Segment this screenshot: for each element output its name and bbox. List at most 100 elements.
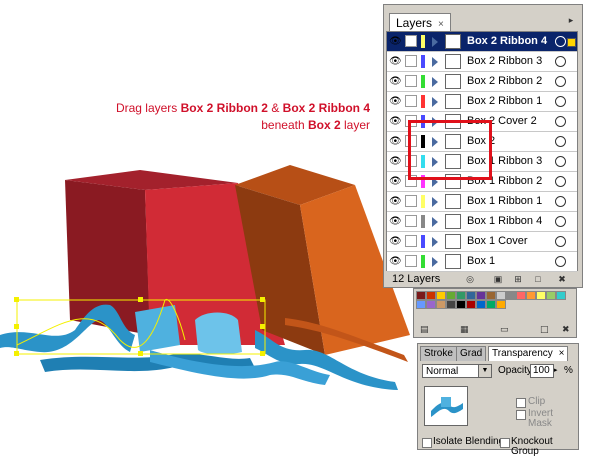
color-swatch[interactable] xyxy=(506,291,516,300)
handle-tm[interactable] xyxy=(138,297,143,302)
blend-mode-select[interactable]: Normal ▼ xyxy=(422,364,492,378)
panel-menu-icon[interactable]: ▸ xyxy=(564,13,578,27)
eye-icon[interactable]: 👁 xyxy=(389,96,402,108)
layer-row[interactable]: 👁 Box 2 Ribbon 2 xyxy=(387,72,577,92)
target-circle-icon[interactable] xyxy=(555,96,566,107)
knockout-group-checkbox[interactable] xyxy=(500,438,510,448)
eye-icon[interactable]: 👁 xyxy=(389,76,402,88)
color-swatch[interactable] xyxy=(476,300,486,309)
isolate-blending-checkbox[interactable] xyxy=(422,438,432,448)
selection-indicator-icon[interactable] xyxy=(567,38,576,47)
layer-name[interactable]: Box 1 Ribbon 1 xyxy=(467,192,542,211)
layer-name[interactable]: Box 1 Ribbon 4 xyxy=(467,212,542,231)
handle-tl[interactable] xyxy=(14,297,19,302)
target-circle-icon[interactable] xyxy=(555,216,566,227)
layer-row[interactable]: 👁 Box 1 Ribbon 4 xyxy=(387,212,577,232)
handle-mr[interactable] xyxy=(260,324,265,329)
color-swatch[interactable] xyxy=(446,291,456,300)
color-swatch[interactable] xyxy=(556,291,566,300)
layer-row[interactable]: 👁 Box 1 Cover xyxy=(387,232,577,252)
target-circle-icon[interactable] xyxy=(555,236,566,247)
layer-list-scrollbar[interactable] xyxy=(578,31,582,271)
color-swatch[interactable] xyxy=(426,300,436,309)
eye-icon[interactable]: 👁 xyxy=(389,156,402,168)
swatch-library-icon[interactable]: ▤ xyxy=(420,325,429,335)
new-swatch-icon[interactable]: □ xyxy=(540,325,549,335)
color-swatch[interactable] xyxy=(446,300,456,309)
tab-transparency[interactable]: Transparency × xyxy=(488,346,569,361)
transparency-close-icon[interactable]: × xyxy=(559,348,565,359)
color-swatch[interactable] xyxy=(486,291,496,300)
target-circle-icon[interactable] xyxy=(555,136,566,147)
color-swatch[interactable] xyxy=(496,300,506,309)
expand-triangle-icon[interactable] xyxy=(432,217,438,227)
layer-name[interactable]: Box 1 xyxy=(467,252,495,271)
lock-toggle[interactable] xyxy=(405,55,417,67)
swatch-show-kinds-icon[interactable]: ▦ xyxy=(460,325,469,335)
eye-icon[interactable]: 👁 xyxy=(389,56,402,68)
expand-triangle-icon[interactable] xyxy=(432,57,438,67)
lock-toggle[interactable] xyxy=(405,215,417,227)
color-swatch[interactable] xyxy=(466,291,476,300)
expand-triangle-icon[interactable] xyxy=(432,77,438,87)
handle-ml[interactable] xyxy=(14,324,19,329)
color-swatch[interactable] xyxy=(496,291,506,300)
target-circle-icon[interactable] xyxy=(555,196,566,207)
expand-triangle-icon[interactable] xyxy=(432,237,438,247)
lock-toggle[interactable] xyxy=(405,35,417,47)
layer-name[interactable]: Box 2 Ribbon 3 xyxy=(467,52,542,71)
layer-name[interactable]: Box 1 Cover xyxy=(467,232,528,251)
layer-name[interactable]: Box 2 Ribbon 4 xyxy=(467,32,547,51)
opacity-input[interactable]: 100 xyxy=(530,364,554,378)
new-layer-icon[interactable]: □ xyxy=(532,273,544,285)
eye-icon[interactable]: 👁 xyxy=(389,176,402,188)
lock-toggle[interactable] xyxy=(405,235,417,247)
expand-triangle-icon[interactable] xyxy=(432,97,438,107)
color-swatch[interactable] xyxy=(416,291,426,300)
color-swatch[interactable] xyxy=(476,291,486,300)
tab-stroke[interactable]: Stroke xyxy=(420,346,457,361)
expand-triangle-icon[interactable] xyxy=(432,257,438,267)
color-swatch[interactable] xyxy=(466,300,476,309)
color-swatch[interactable] xyxy=(456,300,466,309)
layer-row[interactable]: 👁 Box 2 Ribbon 1 xyxy=(387,92,577,112)
eye-icon[interactable]: 👁 xyxy=(389,36,402,48)
layer-row[interactable]: 👁 Box 2 Ribbon 3 xyxy=(387,52,577,72)
clipping-mask-icon[interactable]: ▣ xyxy=(492,273,504,285)
handle-br[interactable] xyxy=(260,351,265,356)
color-swatch[interactable] xyxy=(436,300,446,309)
eye-icon[interactable]: 👁 xyxy=(389,196,402,208)
tab-gradient[interactable]: Grad xyxy=(456,346,487,361)
eye-icon[interactable]: 👁 xyxy=(389,116,402,128)
handle-tr[interactable] xyxy=(260,297,265,302)
color-swatch[interactable] xyxy=(436,291,446,300)
color-swatch[interactable] xyxy=(546,291,556,300)
color-swatch[interactable] xyxy=(526,291,536,300)
lock-toggle[interactable] xyxy=(405,255,417,267)
expand-triangle-icon[interactable] xyxy=(432,197,438,207)
layer-name[interactable]: Box 2 Ribbon 2 xyxy=(467,72,542,91)
handle-bm[interactable] xyxy=(138,351,143,356)
color-swatch[interactable] xyxy=(516,291,526,300)
expand-triangle-icon[interactable] xyxy=(432,37,438,47)
new-sublayer-icon[interactable]: ⊞ xyxy=(512,273,524,285)
target-circle-icon[interactable] xyxy=(555,36,566,47)
color-swatch[interactable] xyxy=(536,291,546,300)
locate-object-icon[interactable]: ◎ xyxy=(464,273,476,285)
eye-icon[interactable]: 👁 xyxy=(389,216,402,228)
handle-bl[interactable] xyxy=(14,351,19,356)
target-circle-icon[interactable] xyxy=(555,76,566,87)
close-icon[interactable]: × xyxy=(438,19,444,30)
layer-row[interactable]: 👁 Box 2 Ribbon 4 xyxy=(387,32,577,52)
layer-row[interactable]: 👁 Box 1 xyxy=(387,252,577,272)
target-circle-icon[interactable] xyxy=(555,176,566,187)
invert-mask-checkbox[interactable] xyxy=(516,410,526,420)
color-swatch[interactable] xyxy=(486,300,496,309)
layer-row[interactable]: 👁 Box 1 Ribbon 1 xyxy=(387,192,577,212)
color-swatch[interactable] xyxy=(456,291,466,300)
opacity-dropdown-icon[interactable]: ▸ xyxy=(554,364,562,378)
lock-toggle[interactable] xyxy=(405,195,417,207)
eye-icon[interactable]: 👁 xyxy=(389,136,402,148)
target-circle-icon[interactable] xyxy=(555,56,566,67)
layer-name[interactable]: Box 2 Ribbon 1 xyxy=(467,92,542,111)
